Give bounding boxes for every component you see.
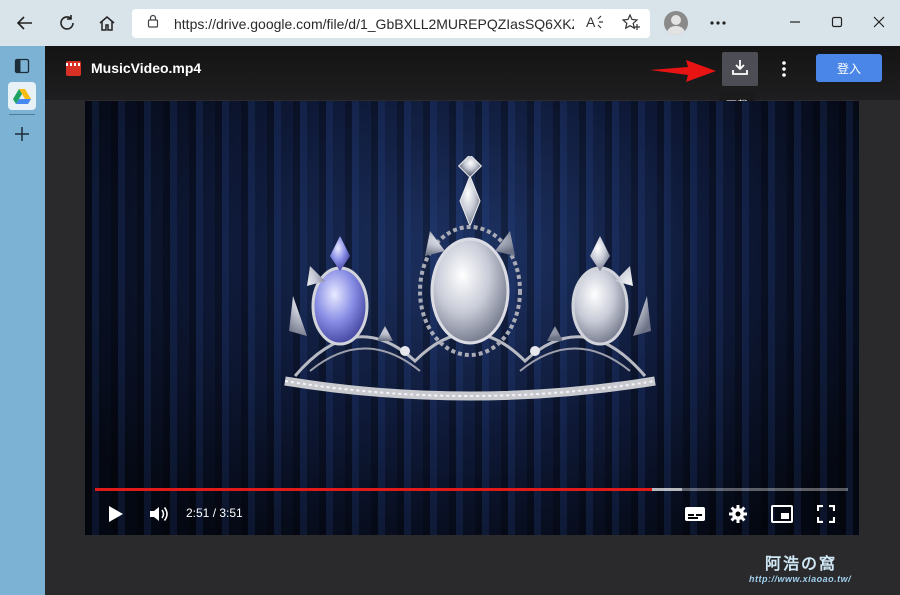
google-drive-icon[interactable] <box>8 82 36 110</box>
progress-played <box>95 488 653 491</box>
minimize-icon[interactable] <box>780 10 810 34</box>
sidebar-divider <box>9 114 35 115</box>
browser-toolbar: https://drive.google.com/file/d/1_GbBXLL… <box>0 0 900 46</box>
download-icon <box>731 58 749 81</box>
watermark-url: http://www.xiaoao.tw/ <box>749 574 852 584</box>
time-display: 2:51 / 3:51 <box>186 506 243 520</box>
progress-bar[interactable] <box>95 488 848 491</box>
home-icon[interactable] <box>92 8 122 38</box>
login-button[interactable]: 登入 <box>816 54 882 82</box>
play-button[interactable] <box>105 501 127 527</box>
miniplayer-icon <box>771 505 793 523</box>
file-name: MusicVideo.mp4 <box>91 60 202 76</box>
browser-sidebar <box>0 46 45 595</box>
crown-image <box>284 156 656 401</box>
gear-icon <box>729 505 747 523</box>
volume-button[interactable] <box>146 501 172 527</box>
volume-icon <box>150 507 168 521</box>
vertical-ellipsis-icon <box>782 61 786 77</box>
address-bar[interactable]: https://drive.google.com/file/d/1_GbBXLL… <box>132 9 650 38</box>
add-icon[interactable] <box>10 122 34 146</box>
profile-avatar[interactable] <box>664 11 688 35</box>
fullscreen-icon <box>817 505 835 523</box>
play-icon <box>109 506 123 522</box>
url-text[interactable]: https://drive.google.com/file/d/1_GbBXLL… <box>174 16 574 32</box>
back-arrow-icon[interactable] <box>10 8 40 38</box>
read-aloud-icon[interactable]: A <box>586 13 606 35</box>
subtitles-icon <box>685 507 705 521</box>
download-button[interactable] <box>722 52 758 86</box>
subtitles-button[interactable] <box>682 501 708 527</box>
add-favorite-icon[interactable] <box>621 13 642 35</box>
fullscreen-button[interactable] <box>813 501 839 527</box>
drive-viewer: MusicVideo.mp4 登入 下載 <box>45 46 900 595</box>
sidebar-toggle-icon[interactable] <box>10 54 34 78</box>
watermark-logo: 阿浩の窩 <box>765 556 838 573</box>
maximize-icon[interactable] <box>822 10 852 34</box>
lock-icon[interactable] <box>146 14 160 33</box>
settings-button[interactable] <box>725 501 751 527</box>
svg-text:A: A <box>586 14 596 30</box>
red-arrow-icon <box>650 60 716 82</box>
ellipsis-icon[interactable] <box>703 8 733 38</box>
miniplayer-button[interactable] <box>769 501 795 527</box>
video-file-icon <box>66 61 81 76</box>
refresh-icon[interactable] <box>52 8 82 38</box>
close-icon[interactable] <box>864 10 894 34</box>
video-player[interactable]: 2:51 / 3:51 <box>85 101 859 535</box>
viewer-header: MusicVideo.mp4 登入 <box>45 46 900 100</box>
more-options-button[interactable] <box>773 54 795 84</box>
